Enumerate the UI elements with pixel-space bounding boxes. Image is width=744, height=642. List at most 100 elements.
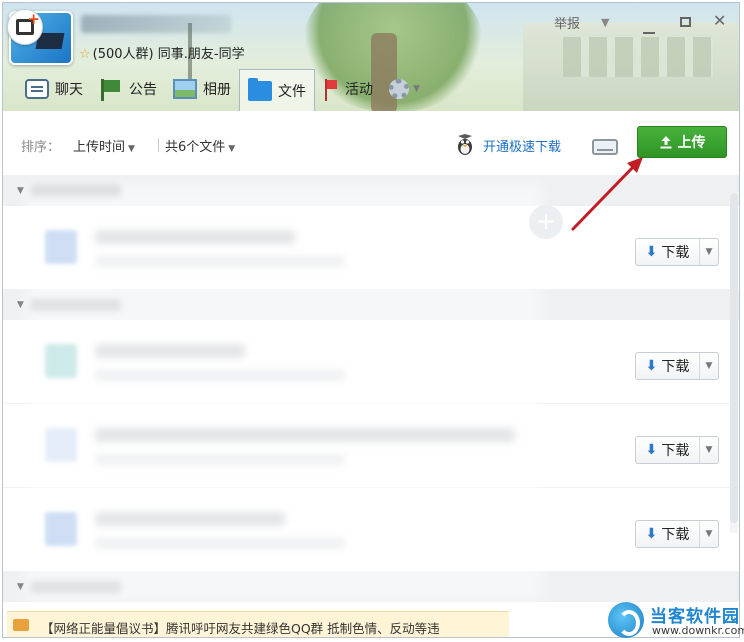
activity-flag-icon — [323, 79, 339, 101]
sort-dropdown[interactable]: 上传时间 ▼ — [73, 136, 135, 155]
group-name-blurred — [81, 15, 231, 33]
chevron-down-icon[interactable]: ▼ — [700, 445, 718, 455]
list-group-header[interactable]: ▼ — [3, 290, 739, 320]
tab-chat[interactable]: 聊天 — [17, 69, 91, 109]
upload-button[interactable]: 上传 — [637, 126, 727, 158]
download-arrow-icon: ⬇ — [645, 526, 658, 542]
file-icon — [45, 428, 77, 462]
file-name-blurred — [95, 230, 295, 244]
file-meta-blurred — [95, 256, 345, 267]
chevron-down-icon[interactable]: ▼ — [700, 529, 718, 539]
banner-text: 【网络正能量倡议书】腾讯呼吁网友共建绿色QQ群 抵制色情、反动等违 — [41, 621, 440, 636]
album-icon — [173, 79, 197, 99]
group-date-blurred — [31, 185, 121, 197]
download-arrow-icon: ⬇ — [645, 358, 658, 374]
sort-label: 排序： — [21, 140, 61, 155]
upload-icon — [660, 136, 671, 149]
sort-value: 上传时间 — [73, 140, 126, 155]
site-logo-icon — [608, 602, 644, 638]
collapse-triangle-icon: ▼ — [17, 186, 24, 196]
download-button[interactable]: ⬇ 下载 ▼ — [635, 352, 719, 380]
download-button[interactable]: ⬇ 下载 ▼ — [635, 520, 719, 548]
tab-album-label: 相册 — [203, 82, 231, 98]
group-tabs: 聊天 公告 相册 文件 活动 ▼ — [17, 69, 428, 111]
chevron-down-icon: ▼ — [413, 84, 420, 94]
menu-dropdown-icon[interactable]: ▼ — [601, 16, 609, 29]
download-main[interactable]: ⬇ 下载 — [636, 353, 700, 379]
file-icon — [45, 344, 77, 378]
add-circle-icon: + — [529, 205, 563, 239]
group-subtitle: ☆ (500人群) 同事.朋友-同学 — [79, 43, 245, 62]
file-icon — [45, 512, 77, 546]
network-drive-icon[interactable] — [592, 139, 618, 155]
group-date-blurred — [31, 581, 121, 593]
add-app-badge[interactable]: + — [7, 9, 43, 45]
group-header: + ☆ (500人群) 同事.朋友-同学 举报 ▼ ✕ 聊天 公告 相册 文件 … — [3, 3, 739, 111]
tab-album[interactable]: 相册 — [165, 69, 239, 109]
download-label: 下载 — [661, 359, 690, 375]
app-box-icon: + — [16, 12, 40, 35]
tab-files-label: 文件 — [278, 83, 306, 100]
group-subtitle-text: (500人群) 同事.朋友-同学 — [92, 47, 245, 62]
star-icon: ☆ — [79, 47, 91, 62]
upload-button-label: 上传 — [677, 135, 706, 151]
file-row[interactable]: ⬇ 下载 ▼ — [3, 404, 739, 488]
qq-group-window: + ☆ (500人群) 同事.朋友-同学 举报 ▼ ✕ 聊天 公告 相册 文件 … — [2, 2, 740, 638]
settings-menu[interactable]: ▼ — [381, 69, 428, 109]
watermark-url: www.downkr.com — [652, 624, 744, 637]
notice-banner[interactable]: 【网络正能量倡议书】腾讯呼吁网友共建绿色QQ群 抵制色情、反动等违 — [7, 611, 509, 637]
download-arrow-icon: ⬇ — [645, 442, 658, 458]
tab-activity-label: 活动 — [345, 82, 373, 98]
file-meta-blurred — [95, 538, 345, 549]
group-date-blurred — [31, 299, 121, 311]
file-name-blurred — [95, 428, 515, 442]
file-row[interactable]: ⬇ 下载 ▼ — [3, 320, 739, 404]
file-row[interactable]: ⬇ 下载 ▼ — [3, 488, 739, 572]
tab-notice[interactable]: 公告 — [91, 69, 165, 109]
folder-icon — [248, 77, 272, 101]
gear-icon — [389, 79, 409, 99]
list-scrollbar[interactable] — [730, 193, 738, 533]
file-name-blurred — [95, 512, 285, 526]
download-arrow-icon: ⬇ — [645, 244, 658, 260]
header-background-building — [523, 23, 739, 111]
maximize-button[interactable] — [680, 17, 691, 27]
list-group-header[interactable]: ▼ — [3, 572, 739, 602]
download-main[interactable]: ⬇ 下载 — [636, 521, 700, 547]
download-label: 下载 — [661, 443, 690, 459]
download-label: 下载 — [661, 527, 690, 543]
chevron-down-icon[interactable]: ▼ — [700, 247, 718, 257]
site-watermark: 当客软件园 www.downkr.com — [606, 600, 744, 642]
file-list: ▼ ⬇ 下载 ▼ ▼ ⬇ 下载 ▼ ⬇ 下载 ▼ ⬇ 下载 ▼ ▼ — [3, 176, 739, 637]
speaker-icon — [13, 619, 29, 631]
tab-files[interactable]: 文件 — [239, 69, 315, 111]
download-button[interactable]: ⬇ 下载 ▼ — [635, 436, 719, 464]
scrollbar-thumb[interactable] — [730, 193, 738, 523]
minimize-button[interactable] — [643, 32, 655, 34]
collapse-triangle-icon: ▼ — [17, 300, 24, 310]
chevron-down-icon: ▼ — [228, 144, 236, 154]
file-count: 共6个文件 — [165, 140, 226, 155]
chevron-down-icon[interactable]: ▼ — [700, 361, 718, 371]
tab-notice-label: 公告 — [129, 82, 157, 98]
list-group-header[interactable]: ▼ — [3, 176, 739, 206]
plus-icon: + — [27, 10, 40, 28]
speed-download-link[interactable]: 开通极速下载 — [483, 136, 561, 155]
file-count-dropdown[interactable]: 共6个文件 ▼ — [165, 136, 235, 155]
report-button[interactable]: 举报 — [554, 13, 580, 32]
file-meta-blurred — [95, 370, 345, 381]
download-main[interactable]: ⬇ 下载 — [636, 437, 700, 463]
download-main[interactable]: ⬇ 下载 — [636, 239, 700, 265]
chat-icon — [25, 79, 49, 99]
rocket-penguin-icon — [458, 134, 472, 155]
chevron-down-icon: ▼ — [128, 144, 135, 154]
file-row[interactable]: ⬇ 下载 ▼ — [3, 206, 739, 290]
collapse-triangle-icon: ▼ — [17, 582, 24, 592]
file-toolbar: 排序： 上传时间 ▼ 共6个文件 ▼ 开通极速下载 上传 — [3, 112, 739, 176]
file-meta-blurred — [95, 454, 345, 465]
file-name-blurred — [95, 344, 245, 358]
tab-activity[interactable]: 活动 — [315, 69, 381, 109]
download-label: 下载 — [661, 245, 690, 261]
download-button[interactable]: ⬇ 下载 ▼ — [635, 238, 719, 266]
close-button[interactable]: ✕ — [713, 11, 726, 30]
